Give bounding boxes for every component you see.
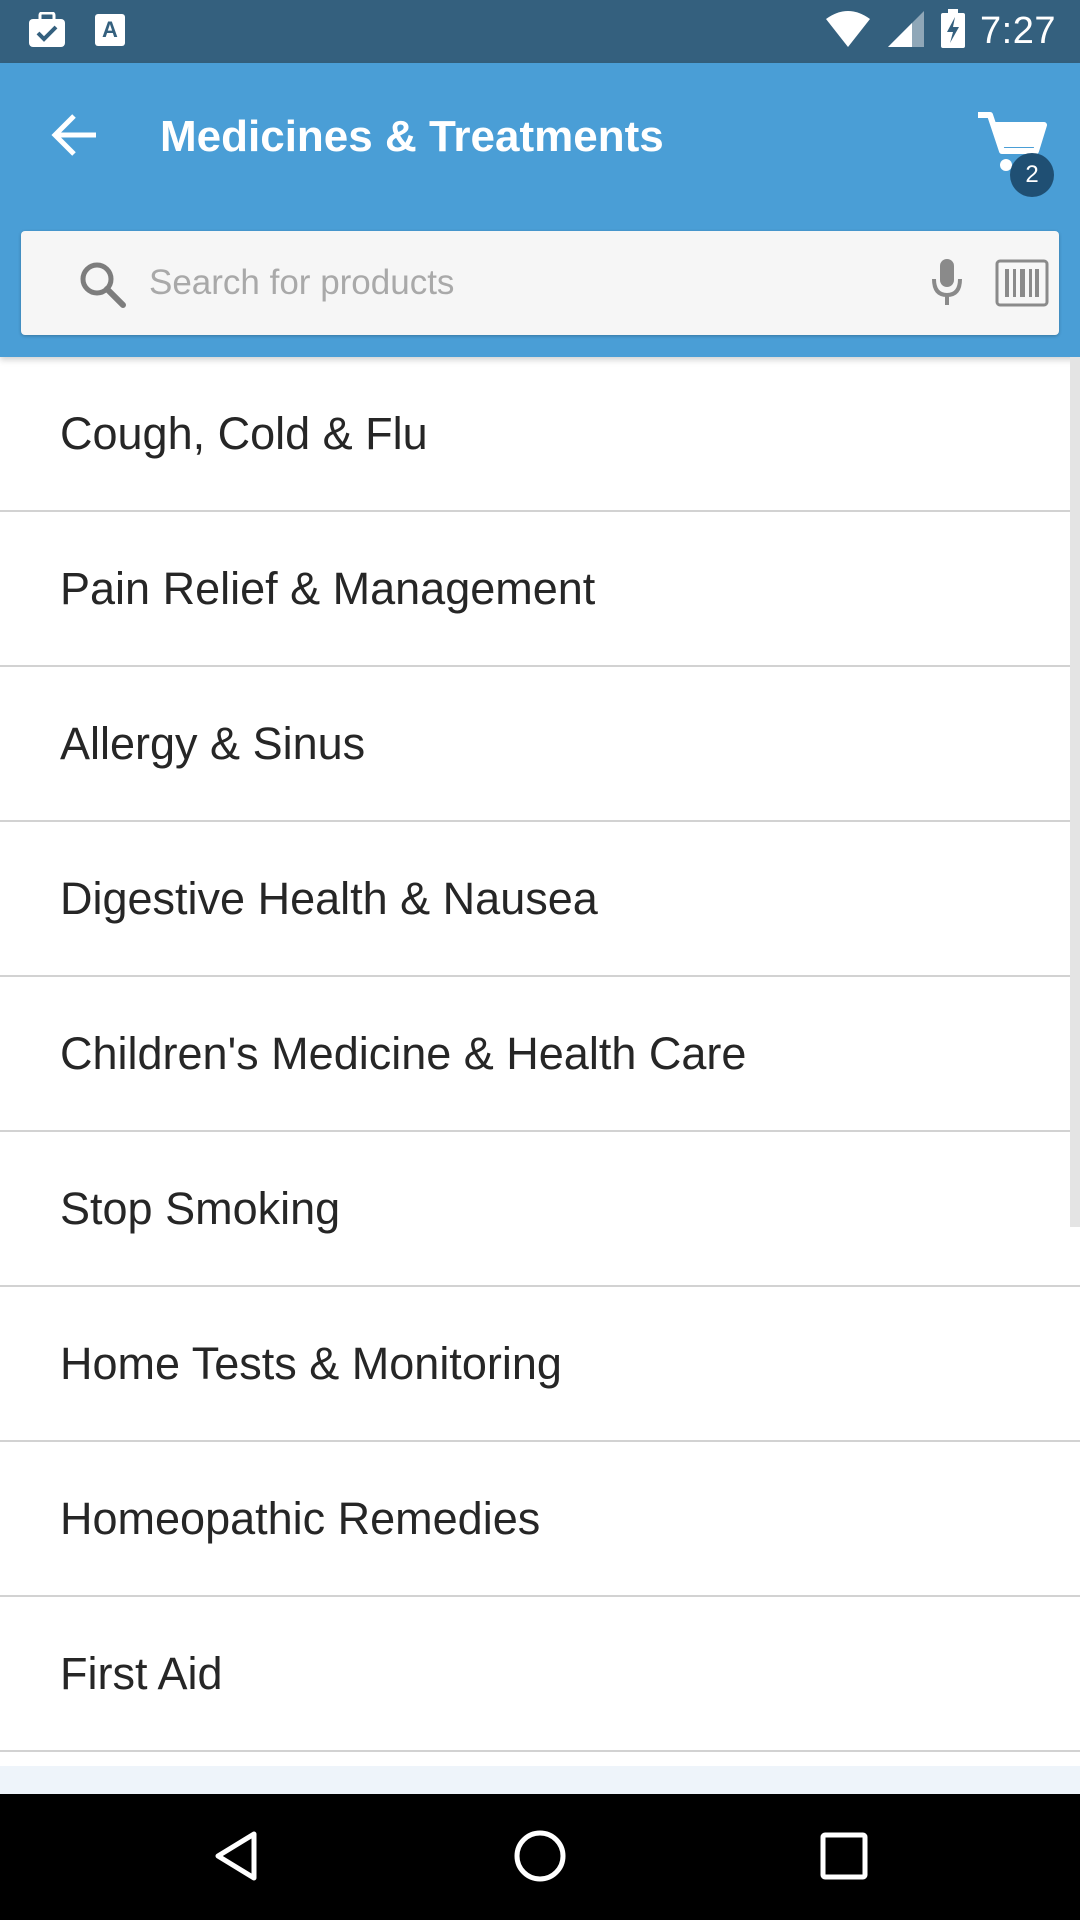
search-input[interactable] (147, 251, 887, 315)
battery-charging-icon (940, 8, 966, 54)
navigation-bar (0, 1794, 1080, 1920)
svg-text:A: A (102, 17, 118, 42)
nav-back-button[interactable] (202, 1824, 270, 1892)
briefcase-check-icon (28, 11, 66, 53)
list-footer (0, 1766, 1080, 1794)
nav-recents-button[interactable] (810, 1824, 878, 1892)
arrow-back-icon (50, 113, 98, 162)
page-title: Medicines & Treatments (160, 112, 664, 161)
app-bar: Medicines & Treatments 2 (0, 63, 1080, 357)
list-item[interactable]: Children's Medicine & Health Care (0, 977, 1080, 1132)
list-item[interactable]: Cough, Cold & Flu (0, 357, 1080, 512)
a-text-icon: A (94, 13, 126, 52)
back-triangle-icon (212, 1830, 260, 1887)
category-list: Cough, Cold & Flu Pain Relief & Manageme… (0, 357, 1080, 1752)
microphone-icon[interactable] (925, 257, 969, 309)
back-button[interactable] (40, 103, 108, 171)
search-icon[interactable] (77, 259, 127, 309)
nav-home-button[interactable] (506, 1824, 574, 1892)
scrollbar[interactable] (1070, 357, 1080, 1227)
recents-square-icon (819, 1831, 869, 1886)
list-item[interactable]: Allergy & Sinus (0, 667, 1080, 822)
status-left-icons: A (28, 11, 126, 53)
list-item[interactable]: Home Tests & Monitoring (0, 1287, 1080, 1442)
list-item[interactable]: Stop Smoking (0, 1132, 1080, 1287)
status-right-icons: 7:27 (824, 8, 1056, 54)
status-time: 7:27 (980, 10, 1056, 52)
barcode-icon[interactable] (995, 259, 1049, 307)
search-bar (21, 231, 1059, 335)
list-item[interactable]: First Aid (0, 1597, 1080, 1752)
status-bar: A 7:27 (0, 0, 1080, 63)
signal-icon (886, 9, 926, 54)
list-item[interactable]: Homeopathic Remedies (0, 1442, 1080, 1597)
list-item[interactable]: Pain Relief & Management (0, 512, 1080, 667)
home-circle-icon (512, 1828, 568, 1889)
cart-count-badge: 2 (1010, 153, 1054, 197)
list-item[interactable]: Digestive Health & Nausea (0, 822, 1080, 977)
wifi-icon (824, 9, 872, 54)
